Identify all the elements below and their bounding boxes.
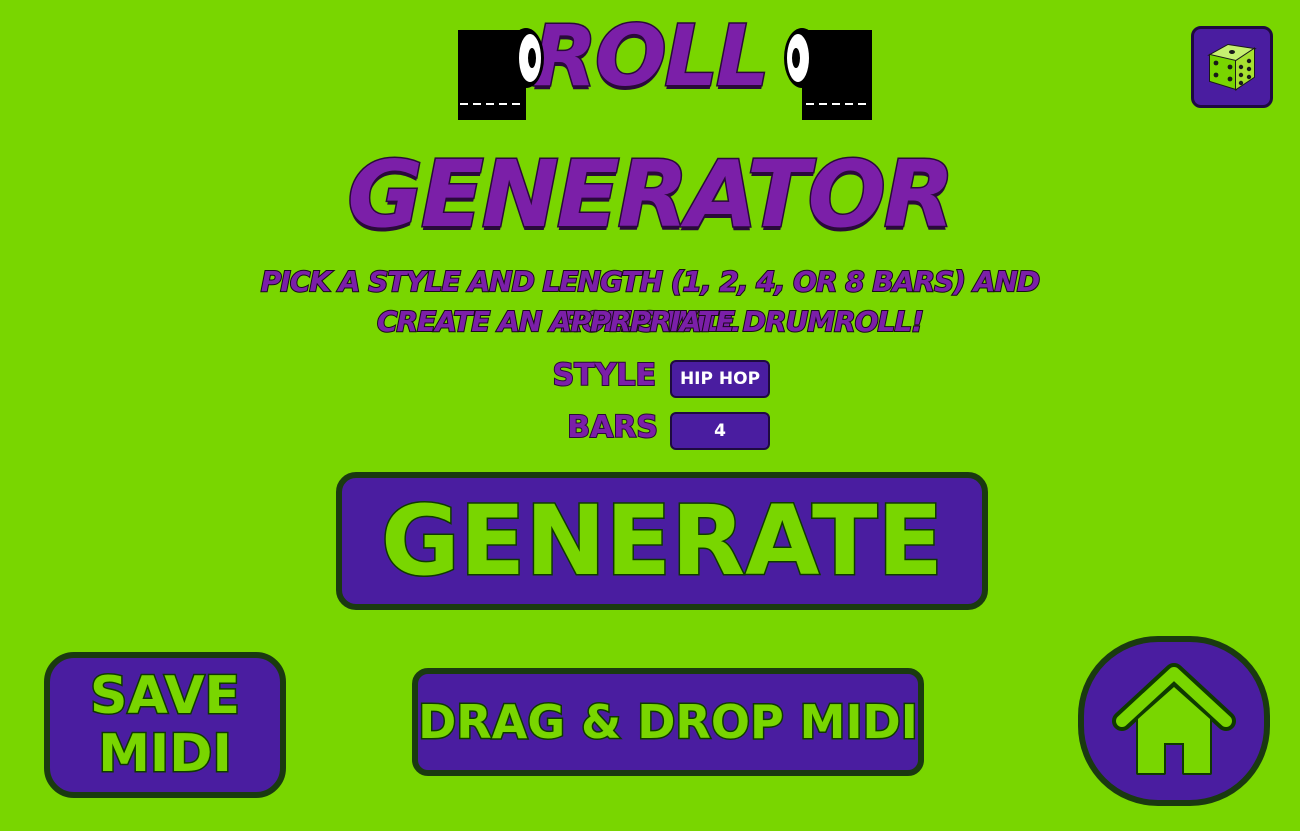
title-roll: ROLL [531,6,771,107]
description-line-2: CREATE AN APPRPRIATE DRUMROLL! [376,304,925,339]
home-icon [1112,663,1236,775]
style-label: STYLE [552,357,657,394]
toilet-roll-icon [784,28,872,120]
generate-button-label: GENERATE [379,484,944,599]
save-midi-label-line-2: MIDI [97,724,234,785]
dice-icon [1207,43,1257,91]
randomize-button[interactable] [1191,26,1273,108]
toilet-roll-icon [458,28,544,120]
bars-label: BARS [566,409,659,446]
save-midi-label-line-1: SAVE [89,666,242,727]
title-generator: GENERATOR [346,140,956,250]
bars-select[interactable]: 4 [670,412,770,450]
drag-drop-midi-label: DRAG & DROP MIDI [417,694,920,751]
drag-drop-midi-button[interactable]: DRAG & DROP MIDI [412,668,924,776]
generate-button[interactable]: GENERATE [336,472,988,610]
save-midi-button[interactable]: SAVE MIDI [44,652,286,798]
home-button[interactable] [1078,636,1270,806]
style-select[interactable]: HIP HOP [670,360,770,398]
